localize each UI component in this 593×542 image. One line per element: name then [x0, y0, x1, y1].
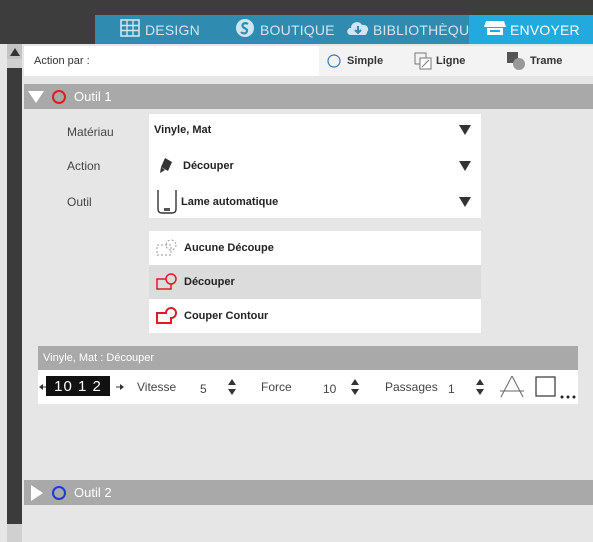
passes-stepper-icon[interactable] — [476, 378, 484, 396]
tab-strip: DESIGN BOUTIQUE BIBLIOTHÈQUE ENVOYER — [95, 15, 593, 44]
overcut-square-icon[interactable] — [535, 376, 557, 398]
blade-action-icon — [159, 157, 175, 175]
tool2-title: Outil 2 — [74, 485, 112, 500]
cloud-download-icon — [345, 18, 371, 41]
tab-boutique[interactable]: BOUTIQUE — [235, 15, 335, 44]
mode-simple[interactable]: Simple — [327, 46, 383, 76]
tab-boutique-label: BOUTIQUE — [260, 21, 335, 38]
speed-label: Vitesse — [137, 380, 177, 394]
silhouette-s-icon — [235, 18, 255, 41]
tab-bibliotheque-label: BIBLIOTHÈQUE — [373, 21, 479, 38]
speed-value[interactable]: 5 — [200, 382, 207, 396]
no-cut-icon — [155, 238, 179, 258]
scroll-up-arrow-icon[interactable] — [7, 44, 22, 59]
cut-icon — [155, 272, 179, 292]
tool1-color-ring-icon — [52, 89, 66, 104]
material-select[interactable]: Vinyle, Mat — [149, 114, 481, 146]
cut-option-none-label: Aucune Découpe — [184, 242, 274, 254]
tool2-header[interactable]: Outil 2 — [24, 480, 593, 505]
radio-circle-icon — [327, 54, 341, 68]
more-options-icon[interactable] — [560, 394, 576, 400]
grid-icon — [120, 19, 140, 40]
tab-design[interactable]: DESIGN — [120, 15, 200, 44]
force-stepper-icon[interactable] — [351, 378, 359, 396]
blade-right-arrow-icon[interactable] — [116, 383, 124, 391]
cut-option-contour[interactable]: Couper Contour — [149, 299, 481, 333]
line-segment-icon[interactable] — [499, 375, 525, 399]
settings-title: Vinyle, Mat : Découper — [43, 352, 155, 364]
material-value: Vinyle, Mat — [154, 124, 212, 136]
tool-label: Outil — [67, 195, 92, 209]
blade-depth-ruler[interactable]: 10 1 2 — [46, 376, 110, 396]
tab-design-label: DESIGN — [145, 21, 200, 38]
force-value[interactable]: 10 — [323, 382, 336, 396]
chevron-down-icon[interactable] — [459, 125, 471, 135]
tool1-settings-panel: Vinyle, Mat Découper Lame automatique — [149, 114, 481, 218]
action-select[interactable]: Découper — [149, 148, 481, 184]
chevron-down-icon[interactable] — [459, 161, 471, 171]
action-modes: Simple Ligne Trame — [319, 46, 593, 76]
top-bar: DESIGN BOUTIQUE BIBLIOTHÈQUE ENVOYER — [0, 0, 593, 44]
action-label: Action — [67, 159, 101, 173]
tool-select[interactable]: Lame automatique — [149, 184, 481, 220]
action-bar: Action par : Simple Ligne Trame — [24, 46, 593, 76]
cut-options-list: Aucune Découpe Découper Couper Contour — [149, 231, 481, 333]
mode-ligne[interactable]: Ligne — [414, 46, 465, 76]
cut-option-cut-label: Découper — [184, 276, 235, 288]
action-value: Découper — [183, 160, 234, 172]
cut-edge-icon — [155, 306, 179, 326]
tab-bibliotheque[interactable]: BIBLIOTHÈQUE — [345, 15, 479, 44]
tool-value: Lame automatique — [181, 196, 279, 208]
send-machine-icon — [483, 19, 507, 40]
tool2-color-ring-icon — [52, 485, 66, 500]
mode-ligne-label: Ligne — [436, 55, 466, 67]
tool1-title: Outil 1 — [74, 89, 112, 104]
tab-envoyer[interactable]: ENVOYER — [469, 15, 593, 44]
scrollbar-thumb[interactable] — [7, 68, 22, 524]
action-by-label: Action par : — [34, 55, 90, 67]
fill-mode-icon — [506, 51, 526, 71]
blade-depth-digits: 10 1 2 — [54, 377, 102, 395]
auto-blade-icon — [156, 189, 178, 215]
force-label: Force — [261, 380, 292, 394]
line-mode-icon — [414, 52, 432, 70]
cut-settings-row: 10 1 2 Vitesse 5 Force 10 Passages 1 — [38, 370, 578, 404]
settings-title-bar: Vinyle, Mat : Découper — [38, 346, 578, 370]
tool1-header[interactable]: Outil 1 — [24, 84, 593, 109]
cut-option-contour-label: Couper Contour — [184, 310, 269, 322]
mode-trame-label: Trame — [530, 55, 563, 67]
mode-trame[interactable]: Trame — [506, 46, 562, 76]
passes-label: Passages — [385, 380, 438, 394]
chevron-down-icon[interactable] — [459, 197, 471, 207]
material-label: Matériau — [67, 125, 114, 139]
expand-arrow-icon[interactable] — [31, 484, 43, 501]
mode-simple-label: Simple — [347, 55, 384, 67]
passes-value[interactable]: 1 — [448, 382, 455, 396]
collapse-arrow-icon[interactable] — [28, 90, 44, 103]
tab-envoyer-label: ENVOYER — [510, 21, 580, 38]
speed-stepper-icon[interactable] — [228, 378, 236, 396]
left-edge — [0, 44, 7, 542]
cut-option-none[interactable]: Aucune Découpe — [149, 231, 481, 265]
cut-option-cut[interactable]: Découper — [149, 265, 481, 299]
scrollbar[interactable] — [7, 44, 22, 542]
